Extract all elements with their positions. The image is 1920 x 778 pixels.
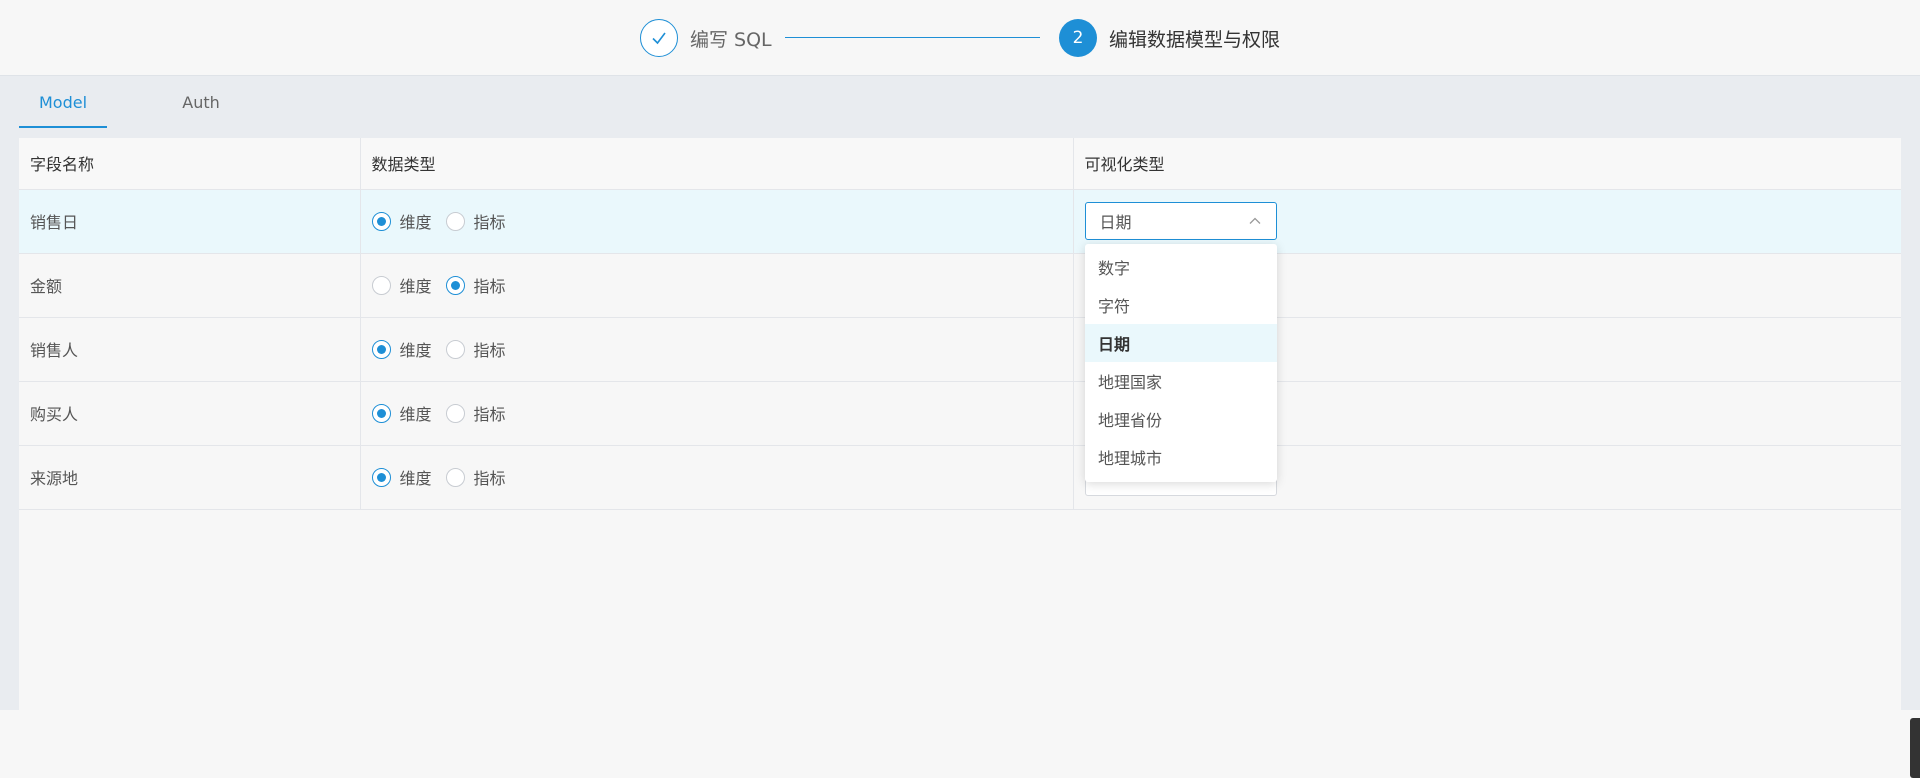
- radio-label: 指标: [473, 405, 506, 424]
- data-type-radio-group: 维度 指标: [371, 273, 1073, 297]
- radio-metric[interactable]: 指标: [445, 401, 506, 425]
- data-type-cell: 维度 指标: [360, 317, 1074, 382]
- radio-button[interactable]: [371, 467, 391, 487]
- table-row: 金额 维度 指标: [19, 253, 1901, 318]
- tab-auth[interactable]: Auth: [157, 76, 245, 128]
- radio-label: 维度: [399, 213, 432, 232]
- radio-button[interactable]: [371, 403, 391, 423]
- step-title: 编辑数据模型与权限: [1109, 28, 1281, 51]
- radio-label: 指标: [473, 341, 506, 360]
- step-number: 2: [1059, 19, 1097, 57]
- radio-label: 维度: [399, 469, 432, 488]
- radio-button[interactable]: [445, 211, 465, 231]
- radio-label: 指标: [473, 469, 506, 488]
- model-table-panel: 字段名称 数据类型 可视化类型 销售日 维度 指标 日期 金额 维度 指标 销售…: [19, 138, 1901, 710]
- tab-model[interactable]: Model: [19, 76, 107, 128]
- dropdown-option[interactable]: 地理城市: [1085, 438, 1277, 476]
- radio-button[interactable]: [371, 339, 391, 359]
- radio-label: 维度: [399, 341, 432, 360]
- scrollbar-handle[interactable]: [1910, 718, 1920, 778]
- dropdown-option[interactable]: 地理国家: [1085, 362, 1277, 400]
- radio-button[interactable]: [445, 403, 465, 423]
- step-connector: [785, 37, 1040, 38]
- data-type-cell: 维度 指标: [360, 189, 1074, 254]
- tab-bar: Model Auth: [19, 76, 245, 128]
- field-name-cell: 销售日: [19, 189, 361, 254]
- column-header-visual-type: 可视化类型: [1073, 138, 1901, 190]
- data-type-radio-group: 维度 指标: [371, 401, 1073, 425]
- dropdown-option[interactable]: 字符: [1085, 286, 1277, 324]
- radio-label: 维度: [399, 277, 432, 296]
- data-type-cell: 维度 指标: [360, 381, 1074, 446]
- content-area: Model Auth 字段名称 数据类型 可视化类型 销售日 维度 指标 日期 …: [0, 76, 1920, 778]
- dropdown-option[interactable]: 地理省份: [1085, 400, 1277, 438]
- field-name-cell: 金额: [19, 253, 361, 318]
- field-name-cell: 来源地: [19, 445, 361, 510]
- radio-label: 指标: [473, 213, 506, 232]
- steps-bar: 编写 SQL 2 编辑数据模型与权限: [0, 0, 1920, 76]
- data-type-cell: 维度 指标: [360, 445, 1074, 510]
- radio-metric[interactable]: 指标: [445, 465, 506, 489]
- chevron-up-icon: [1249, 217, 1260, 224]
- radio-label: 指标: [473, 277, 506, 296]
- column-header-field-name: 字段名称: [19, 138, 361, 190]
- table-row: 销售日 维度 指标 日期: [19, 189, 1901, 254]
- radio-metric[interactable]: 指标: [445, 337, 506, 361]
- table-row: 来源地 维度 指标: [19, 445, 1901, 510]
- radio-label: 维度: [399, 405, 432, 424]
- model-table: 字段名称 数据类型 可视化类型 销售日 维度 指标 日期 金额 维度 指标 销售…: [19, 138, 1901, 510]
- radio-button[interactable]: [445, 275, 465, 295]
- visual-type-dropdown: 数字 字符 日期 地理国家 地理省份 地理城市: [1085, 244, 1277, 482]
- table-row: 销售人 维度 指标: [19, 317, 1901, 382]
- table-header-row: 字段名称 数据类型 可视化类型: [19, 138, 1901, 190]
- radio-dimension[interactable]: 维度: [371, 401, 432, 425]
- radio-dimension[interactable]: 维度: [371, 465, 432, 489]
- check-icon: [640, 19, 678, 57]
- radio-dimension[interactable]: 维度: [371, 337, 432, 361]
- data-type-radio-group: 维度 指标: [371, 337, 1073, 361]
- radio-dimension[interactable]: 维度: [371, 209, 432, 233]
- step-edit-model[interactable]: 2 编辑数据模型与权限: [1059, 18, 1280, 58]
- table-row: 购买人 维度 指标: [19, 381, 1901, 446]
- tab-label: Model: [38, 92, 88, 112]
- radio-button[interactable]: [445, 339, 465, 359]
- select-value: 日期: [1099, 213, 1132, 232]
- data-type-radio-group: 维度 指标: [371, 465, 1073, 489]
- radio-button[interactable]: [371, 211, 391, 231]
- tab-ink-bar: [19, 126, 107, 128]
- visual-type-select[interactable]: 日期: [1084, 202, 1277, 240]
- tab-label: Auth: [182, 92, 220, 112]
- field-name-cell: 销售人: [19, 317, 361, 382]
- field-name-cell: 购买人: [19, 381, 361, 446]
- data-type-cell: 维度 指标: [360, 253, 1074, 318]
- radio-button[interactable]: [371, 275, 391, 295]
- column-header-data-type: 数据类型: [360, 138, 1074, 190]
- radio-metric[interactable]: 指标: [445, 209, 506, 233]
- step-title: 编写 SQL: [690, 28, 772, 51]
- dropdown-option[interactable]: 日期: [1085, 324, 1277, 362]
- radio-metric[interactable]: 指标: [445, 273, 506, 297]
- radio-dimension[interactable]: 维度: [371, 273, 432, 297]
- step-write-sql[interactable]: 编写 SQL: [640, 18, 772, 58]
- dropdown-option[interactable]: 数字: [1085, 248, 1277, 286]
- data-type-radio-group: 维度 指标: [371, 209, 1073, 233]
- radio-button[interactable]: [445, 467, 465, 487]
